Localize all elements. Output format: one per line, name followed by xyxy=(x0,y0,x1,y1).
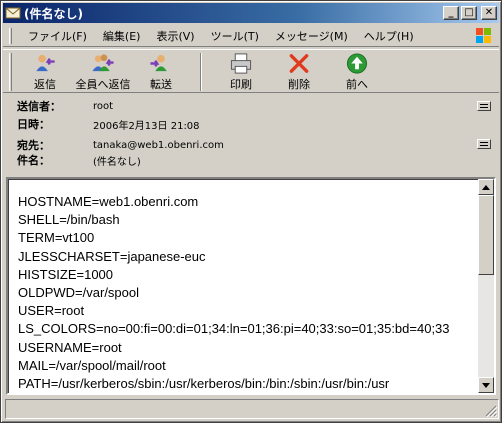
to-expand-button[interactable] xyxy=(477,139,491,149)
body-line: MAIL=/var/spool/mail/root xyxy=(18,357,166,373)
menu-bar: ファイル(F) 編集(E) 表示(V) ツール(T) メッセージ(M) ヘルプ(… xyxy=(3,25,499,47)
date-value: 2006年2月13日 21:08 xyxy=(93,120,200,132)
message-headers: 送信者： root 日時： 2006年2月13日 21:08 宛先： tanak… xyxy=(3,95,499,173)
delete-x-icon xyxy=(289,54,309,73)
close-button[interactable]: ✕ xyxy=(481,6,497,20)
body-line: LS_COLORS=no=00:fi=00:di=01;34:ln=01;36:… xyxy=(18,321,450,337)
scroll-up-button[interactable] xyxy=(478,179,494,195)
body-line: PATH=/usr/kerberos/sbin:/usr/kerberos/bi… xyxy=(18,376,390,392)
up-arrow-icon xyxy=(346,53,368,74)
toolbar-separator xyxy=(200,53,202,91)
menu-grip[interactable] xyxy=(9,27,12,44)
body-line: SHELL=/bin/bash xyxy=(18,212,120,228)
envelope-icon xyxy=(5,7,21,19)
menu-edit[interactable]: 編集(E) xyxy=(95,26,149,46)
next-button[interactable]: 前へ xyxy=(328,50,386,92)
menu-help[interactable]: ヘルプ(H) xyxy=(356,26,422,46)
menu-file[interactable]: ファイル(F) xyxy=(20,26,95,46)
reply-button[interactable]: 返信 xyxy=(16,50,74,92)
from-value[interactable]: root xyxy=(93,101,113,112)
to-label: 宛先： xyxy=(17,139,50,152)
window-title: (件名なし) xyxy=(24,6,83,21)
reply-icon xyxy=(36,54,55,72)
body-line: USERNAME=root xyxy=(18,339,122,355)
status-bar xyxy=(5,399,499,419)
reply-all-label: 全員へ返信 xyxy=(75,78,131,91)
scroll-down-arrow-icon xyxy=(482,382,490,388)
toolbar-grip[interactable] xyxy=(9,53,12,91)
reply-all-button[interactable]: 全員へ返信 xyxy=(74,50,132,92)
toolbar: 返信 全員へ返信 転送 印刷 削除 前へ xyxy=(3,49,499,93)
subject-value: (件名なし) xyxy=(93,156,141,168)
minimize-button[interactable]: _ xyxy=(443,6,459,20)
scroll-up-arrow-icon xyxy=(482,184,490,190)
date-row: 日時： 2006年2月13日 21:08 xyxy=(17,117,200,132)
maximize-button[interactable]: □ xyxy=(461,6,477,20)
resize-grip-icon[interactable] xyxy=(485,405,497,417)
subject-label: 件名： xyxy=(17,154,50,167)
windows-logo-icon xyxy=(476,28,491,43)
message-body[interactable]: HOSTNAME=web1.obenri.com SHELL=/bin/bash T… xyxy=(6,177,496,395)
menu-message[interactable]: メッセージ(M) xyxy=(267,26,356,46)
subject-row: 件名： (件名なし) xyxy=(17,153,141,168)
next-label: 前へ xyxy=(346,78,368,91)
print-label: 印刷 xyxy=(230,78,252,91)
from-label: 送信者： xyxy=(17,100,61,113)
menu-tools[interactable]: ツール(T) xyxy=(203,26,267,46)
body-line: HOSTNAME=web1.obenri.com xyxy=(18,194,199,209)
minimize-icon: _ xyxy=(448,7,454,18)
body-line: JLESSCHARSET=japanese-euc xyxy=(18,248,206,264)
scroll-thumb[interactable] xyxy=(478,195,494,275)
print-button[interactable]: 印刷 xyxy=(212,50,270,92)
close-icon: ✕ xyxy=(484,7,494,18)
from-expand-button[interactable] xyxy=(477,101,491,111)
vertical-scrollbar[interactable] xyxy=(478,179,494,393)
menu-view[interactable]: 表示(V) xyxy=(148,26,202,46)
forward-button[interactable]: 転送 xyxy=(132,50,190,92)
reply-label: 返信 xyxy=(34,78,56,91)
forward-label: 転送 xyxy=(150,78,172,91)
from-row: 送信者： root xyxy=(17,99,113,113)
delete-button[interactable]: 削除 xyxy=(270,50,328,92)
title-bar[interactable]: (件名なし) _ □ ✕ xyxy=(3,3,499,23)
to-row: 宛先： tanaka@web1.obenri.com xyxy=(17,138,224,152)
forward-icon xyxy=(150,54,167,72)
message-body-text[interactable]: HOSTNAME=web1.obenri.com SHELL=/bin/bash T… xyxy=(18,193,480,393)
mail-window: (件名なし) _ □ ✕ ファイル(F) 編集(E) 表示(V) ツール(T) … xyxy=(0,0,502,423)
printer-icon xyxy=(230,53,252,74)
to-value[interactable]: tanaka@web1.obenri.com xyxy=(93,140,224,151)
body-line: USER=root xyxy=(18,303,85,319)
date-label: 日時： xyxy=(17,118,50,131)
maximize-icon: □ xyxy=(464,7,474,18)
body-line: TERM=vt100 xyxy=(18,230,95,246)
delete-label: 削除 xyxy=(288,78,310,91)
scroll-down-button[interactable] xyxy=(478,377,494,393)
body-line: OLDPWD=/var/spool xyxy=(18,285,140,301)
body-line: HISTSIZE=1000 xyxy=(18,266,114,282)
reply-all-icon xyxy=(92,54,114,72)
